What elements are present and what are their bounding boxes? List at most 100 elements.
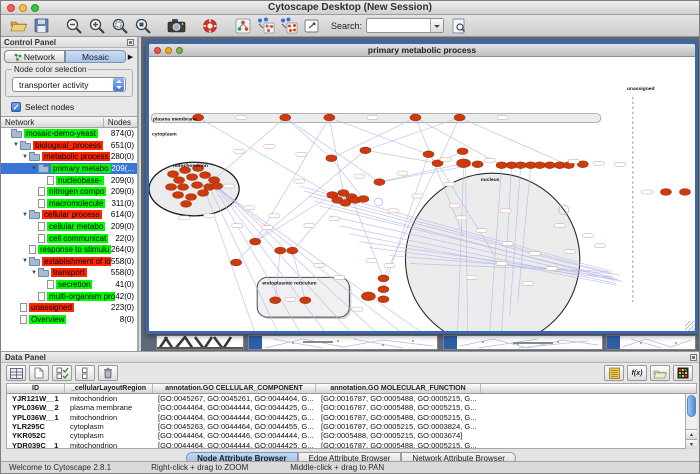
table-scrollbar[interactable]: ▲ ▼ — [685, 394, 697, 449]
export-image-button[interactable] — [166, 16, 187, 35]
window-titlebar[interactable]: Cytoscape Desktop (New Session) — [1, 1, 699, 15]
expander-icon[interactable]: ▼ — [21, 212, 29, 218]
tree-column-network[interactable]: Network — [1, 118, 34, 127]
select-nodes-checkbox[interactable]: ✓ — [11, 102, 21, 112]
column-header[interactable]: annotation.GO MOLECULAR_FUNCTION — [316, 384, 481, 393]
tree-row[interactable]: nitrogen compo209(0) — [1, 186, 137, 198]
tree-row[interactable]: Overview8(0) — [1, 314, 137, 326]
table-row[interactable]: YKR052Ccytoplasm[GO:0044464, GO:0044446,… — [7, 431, 696, 440]
tree-row[interactable]: ▼metabolic process280(0) — [1, 151, 137, 163]
float-panel-icon[interactable] — [690, 354, 697, 361]
network-node[interactable] — [378, 296, 389, 303]
help-button[interactable] — [199, 16, 220, 35]
network-node[interactable] — [280, 114, 291, 121]
network-node[interactable] — [186, 194, 197, 201]
search-options-button[interactable] — [448, 16, 469, 35]
minimized-network-window[interactable] — [606, 335, 696, 350]
tree-row[interactable]: ▼primary metabo209(... — [1, 163, 137, 175]
minimized-network-window[interactable] — [248, 335, 438, 350]
column-header[interactable]: _cellularLayoutRegion — [65, 384, 153, 393]
zoom-in-button[interactable] — [87, 16, 108, 35]
save-session-button[interactable] — [31, 16, 52, 35]
network-node[interactable] — [198, 190, 209, 197]
scrollbar-thumb[interactable] — [687, 395, 696, 417]
table-row[interactable]: YJR121W__1mitochondrion[GO:0045267, GO:0… — [7, 394, 696, 403]
network-node[interactable] — [361, 292, 375, 301]
tab-mosaic[interactable]: Mosaic — [65, 50, 126, 63]
network-node[interactable] — [496, 162, 507, 169]
select-attributes-button[interactable] — [52, 365, 72, 381]
network-node[interactable] — [250, 238, 261, 245]
expander-icon[interactable]: ▼ — [30, 166, 38, 172]
table-row[interactable]: YPL036W__2plasma membrane[GO:0044464, GO… — [7, 403, 696, 412]
unselect-attributes-button[interactable] — [75, 365, 95, 381]
float-panel-icon[interactable] — [127, 39, 134, 46]
column-header[interactable]: annotation.GO CELLULAR_COMPONENT — [153, 384, 316, 393]
combo-stepper-icon[interactable] — [113, 78, 124, 91]
tab-network[interactable]: Network — [4, 50, 65, 63]
network-node[interactable] — [181, 201, 192, 208]
network-node[interactable] — [326, 155, 337, 162]
search-input[interactable] — [366, 18, 444, 33]
network-node[interactable] — [515, 162, 526, 169]
network-node[interactable] — [166, 184, 177, 191]
scroll-down-icon[interactable]: ▼ — [686, 439, 697, 449]
network-node[interactable] — [178, 184, 189, 191]
table-row[interactable]: YPL036W__1mitochondrion[GO:0044464, GO:0… — [7, 413, 696, 422]
zoom-out-button[interactable] — [64, 16, 85, 35]
table-row[interactable]: YDR039C__1mitochondrion[GO:0044464, GO:0… — [7, 440, 696, 448]
resize-grip-icon[interactable] — [685, 321, 695, 331]
network-node[interactable] — [168, 171, 179, 178]
layout-edges-button[interactable] — [278, 16, 299, 35]
function-builder-button[interactable]: f(x) — [627, 365, 647, 381]
tree-column-nodes[interactable]: Nodes — [103, 118, 137, 127]
tree-row[interactable]: unassigned223(0) — [1, 302, 137, 314]
node-color-select[interactable]: transporter activity — [12, 77, 126, 92]
network-node[interactable] — [378, 286, 389, 293]
network-node[interactable] — [174, 177, 185, 184]
annotation-button[interactable] — [301, 16, 322, 35]
tree-row[interactable]: macromolecule311(0) — [1, 198, 137, 210]
new-attribute-button[interactable] — [29, 365, 49, 381]
network-node[interactable] — [534, 162, 545, 169]
network-node[interactable] — [270, 297, 281, 304]
network-node[interactable] — [423, 151, 434, 158]
zoom-fit-button[interactable] — [110, 16, 131, 35]
tab-overflow-icon[interactable]: ▶ — [126, 53, 135, 61]
tree-row[interactable]: multi-organism pro42(0) — [1, 290, 137, 302]
open-network-button[interactable] — [8, 16, 29, 35]
network-node[interactable] — [212, 183, 223, 190]
minimized-network-window[interactable] — [443, 335, 603, 350]
tree-row[interactable]: mosaic-demo-yeast874(0) — [1, 128, 137, 140]
network-node[interactable] — [544, 162, 555, 169]
expander-icon[interactable]: ▼ — [21, 258, 29, 264]
minimized-network-overview[interactable] — [156, 335, 244, 350]
network-node[interactable] — [358, 196, 369, 203]
network-node[interactable] — [374, 179, 385, 186]
search-dropdown-icon[interactable] — [430, 19, 443, 32]
network-node[interactable] — [410, 114, 421, 121]
tree-row[interactable]: ▼biological_process651(0) — [1, 140, 137, 152]
network-node[interactable] — [231, 259, 242, 266]
tree-row[interactable]: ▼transport558(0) — [1, 267, 137, 279]
network-node[interactable] — [360, 147, 371, 154]
tree-row[interactable]: ▼cellular process614(0) — [1, 209, 137, 221]
network-view-window[interactable]: primary metabolic process plasma membran… — [146, 41, 698, 334]
network-node[interactable] — [472, 161, 483, 168]
scroll-up-icon[interactable]: ▲ — [686, 429, 697, 439]
network-node[interactable] — [679, 189, 690, 196]
network-node[interactable] — [457, 159, 471, 168]
tree-row[interactable]: response to stimulu264(0) — [1, 244, 137, 256]
expander-icon[interactable]: ▼ — [21, 154, 29, 160]
network-node[interactable] — [173, 192, 184, 199]
tree-row[interactable]: cell communicat22(0) — [1, 232, 137, 244]
zoom-selected-button[interactable] — [133, 16, 154, 35]
network-node[interactable] — [275, 247, 286, 254]
layout-nodes-button[interactable] — [255, 16, 276, 35]
delete-attribute-button[interactable] — [98, 365, 118, 381]
tree-row[interactable]: secretion41(0) — [1, 279, 137, 291]
expander-icon[interactable]: ▼ — [30, 270, 38, 276]
table-row[interactable]: YLR295Ccytoplasm[GO:0045263, GO:0044464,… — [7, 422, 696, 431]
network-node[interactable] — [287, 247, 298, 254]
network-node[interactable] — [192, 182, 203, 189]
